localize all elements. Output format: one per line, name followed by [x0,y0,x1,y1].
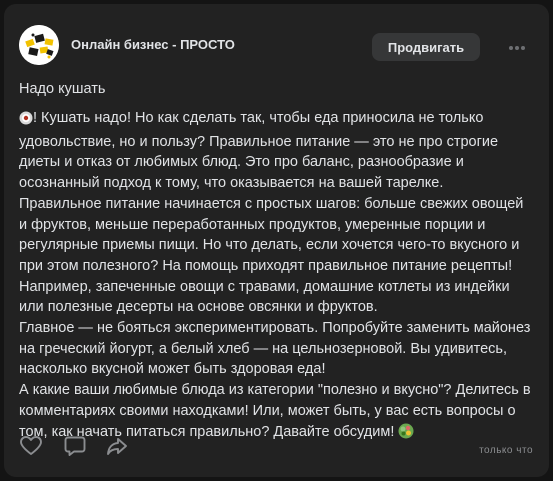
post-card: Онлайн бизнес - ПРОСТО Продвигать Надо к… [4,4,549,477]
plate-icon [19,111,33,132]
post-paragraph: А какие ваши любимые блюда из категории … [19,380,534,445]
like-icon[interactable] [19,434,43,458]
promote-button[interactable]: Продвигать [372,33,480,61]
post-paragraph: Правильное питание начинается с простых … [19,195,524,316]
post-text: ! Кушать надо! Но как сделать так, чтобы… [19,108,534,445]
salad-icon [398,423,414,446]
more-options-icon[interactable] [506,38,528,58]
share-icon[interactable] [105,434,129,458]
group-avatar[interactable] [19,25,59,65]
post-title: Надо кушать [19,81,106,97]
post-paragraph: ! Кушать надо! Но как сделать так, чтобы… [19,110,499,192]
group-name[interactable]: Онлайн бизнес - ПРОСТО [71,37,235,53]
post-header: Онлайн бизнес - ПРОСТО Продвигать [4,4,549,65]
comment-icon[interactable] [63,434,87,458]
group-logo-icon [19,25,59,65]
post-paragraph: Главное — не бояться экспериментировать.… [19,320,531,378]
post-timestamp: только что [479,445,533,456]
